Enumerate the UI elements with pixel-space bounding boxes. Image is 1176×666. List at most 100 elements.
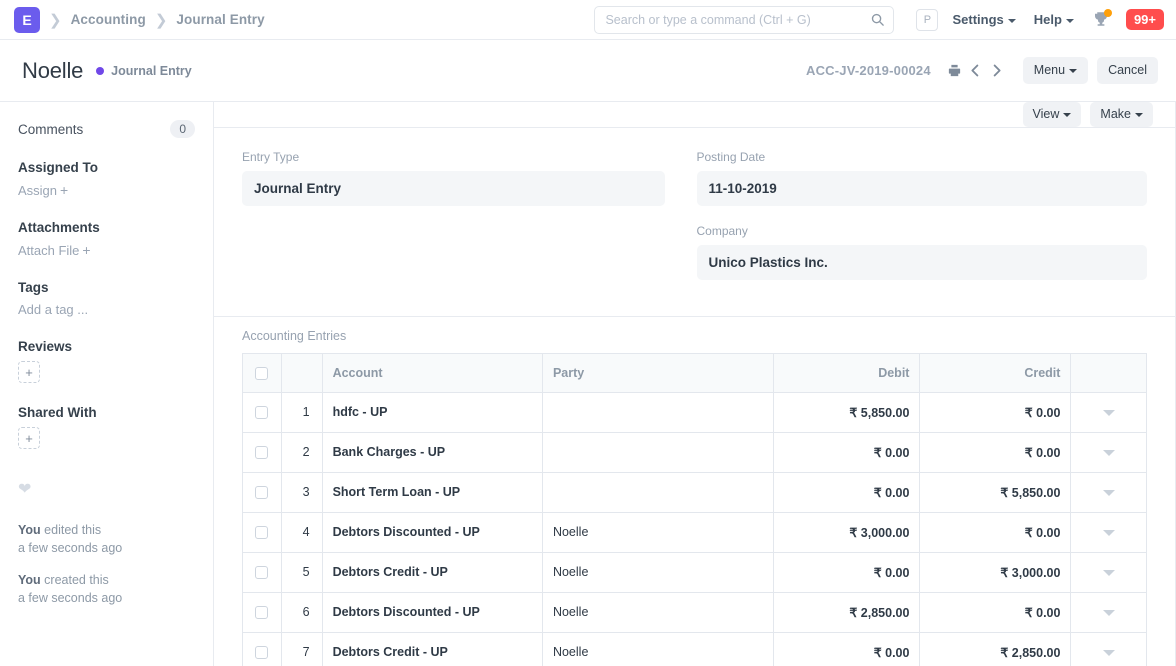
chevron-left-icon[interactable]: [966, 61, 985, 80]
cell-credit[interactable]: ₹ 3,000.00: [919, 552, 1072, 593]
cell-account[interactable]: Debtors Credit - UP: [322, 632, 543, 666]
cell-account[interactable]: Debtors Discounted - UP: [322, 512, 543, 553]
cell-account[interactable]: Bank Charges - UP: [322, 432, 543, 473]
search-box[interactable]: [594, 5, 895, 34]
table-row[interactable]: 2 Bank Charges - UP ₹ 0.00 ₹ 0.00: [242, 432, 1147, 473]
row-select-cell[interactable]: [242, 432, 282, 473]
table-row[interactable]: 7 Debtors Credit - UP Noelle ₹ 0.00 ₹ 2,850.…: [242, 632, 1147, 666]
trophy-icon[interactable]: [1092, 8, 1112, 30]
breadcrumb-item-journal-entry[interactable]: Journal Entry: [176, 12, 264, 27]
cell-party[interactable]: [542, 392, 774, 433]
cell-debit[interactable]: ₹ 2,850.00: [773, 592, 921, 633]
cell-debit[interactable]: ₹ 0.00: [773, 472, 921, 513]
view-button[interactable]: View: [1022, 102, 1082, 127]
breadcrumb-item-accounting[interactable]: Accounting: [71, 12, 146, 27]
cell-party[interactable]: Noelle: [542, 512, 774, 553]
nav-help-label: Help: [1033, 12, 1062, 27]
chevron-right-icon[interactable]: [987, 61, 1006, 80]
cell-account[interactable]: Debtors Discounted - UP: [322, 592, 543, 633]
cell-credit[interactable]: ₹ 0.00: [919, 592, 1072, 633]
add-review-button[interactable]: +: [18, 361, 40, 383]
cancel-button[interactable]: Cancel: [1097, 57, 1158, 84]
cell-party[interactable]: [542, 472, 774, 513]
row-checkbox[interactable]: [255, 526, 269, 540]
table-row[interactable]: 5 Debtors Credit - UP Noelle ₹ 0.00 ₹ 3,000.…: [242, 552, 1147, 593]
row-expand-cell[interactable]: [1070, 512, 1147, 553]
cell-credit[interactable]: ₹ 2,850.00: [919, 632, 1072, 666]
menu-button[interactable]: Menu: [1022, 57, 1089, 84]
chevron-down-icon[interactable]: [1102, 650, 1115, 657]
cell-account[interactable]: Short Term Loan - UP: [322, 472, 543, 513]
row-select-cell[interactable]: [242, 392, 282, 433]
chevron-down-icon[interactable]: [1102, 610, 1115, 617]
column-header-credit[interactable]: Credit: [919, 353, 1072, 393]
print-icon[interactable]: [945, 61, 964, 80]
row-expand-cell[interactable]: [1070, 432, 1147, 473]
make-button[interactable]: Make: [1090, 102, 1153, 127]
table-row[interactable]: 6 Debtors Discounted - UP Noelle ₹ 2,850.00…: [242, 592, 1147, 633]
row-expand-cell[interactable]: [1070, 632, 1147, 666]
row-select-cell[interactable]: [242, 592, 282, 633]
row-checkbox[interactable]: [255, 406, 269, 420]
notification-badge[interactable]: 99+: [1125, 9, 1164, 30]
column-header-party[interactable]: Party: [542, 353, 774, 393]
row-expand-cell[interactable]: [1070, 472, 1147, 513]
nav-settings-menu[interactable]: Settings: [952, 12, 1016, 27]
cell-debit[interactable]: ₹ 0.00: [773, 632, 921, 666]
column-header-account[interactable]: Account: [321, 353, 543, 393]
user-avatar[interactable]: P: [916, 8, 939, 31]
sidebar-comments[interactable]: Comments 0: [18, 120, 195, 138]
posting-date-field[interactable]: 11-10-2019: [696, 170, 1147, 206]
select-all-header[interactable]: [242, 353, 282, 393]
cell-credit[interactable]: ₹ 5,850.00: [919, 472, 1072, 513]
chevron-down-icon[interactable]: [1102, 410, 1115, 417]
cell-credit[interactable]: ₹ 0.00: [919, 512, 1072, 553]
cell-debit[interactable]: ₹ 3,000.00: [773, 512, 921, 553]
cell-credit[interactable]: ₹ 0.00: [919, 432, 1072, 473]
row-select-cell[interactable]: [242, 512, 282, 553]
row-select-cell[interactable]: [242, 472, 282, 513]
column-header-debit[interactable]: Debit: [773, 353, 921, 393]
nav-help-menu[interactable]: Help: [1034, 12, 1074, 27]
attach-file-button[interactable]: Attach File +: [18, 242, 195, 258]
row-checkbox[interactable]: [255, 566, 269, 580]
add-shared-with-button[interactable]: +: [18, 427, 40, 449]
app-logo[interactable]: E: [14, 6, 40, 33]
chevron-down-icon[interactable]: [1102, 570, 1115, 577]
cell-account[interactable]: Debtors Credit - UP: [322, 552, 543, 593]
cell-party[interactable]: Noelle: [542, 632, 774, 666]
heart-icon[interactable]: ❤: [18, 479, 195, 499]
table-row[interactable]: 3 Short Term Loan - UP ₹ 0.00 ₹ 5,850.00: [242, 472, 1147, 513]
assign-button[interactable]: Assign +: [18, 182, 195, 198]
row-expand-cell[interactable]: [1070, 592, 1147, 633]
cell-credit[interactable]: ₹ 0.00: [919, 392, 1072, 433]
cell-party[interactable]: Noelle: [542, 592, 774, 633]
company-field[interactable]: Unico Plastics Inc.: [696, 244, 1147, 280]
chevron-down-icon[interactable]: [1102, 530, 1115, 537]
cell-account[interactable]: hdfc - UP: [322, 392, 543, 433]
row-checkbox[interactable]: [255, 486, 269, 500]
row-select-cell[interactable]: [242, 632, 282, 666]
row-expand-cell[interactable]: [1070, 552, 1147, 593]
cell-debit[interactable]: ₹ 0.00: [773, 552, 921, 593]
cell-party[interactable]: Noelle: [542, 552, 774, 593]
entry-type-label: Entry Type: [242, 149, 300, 164]
entry-type-field[interactable]: Journal Entry: [242, 170, 665, 206]
search-input[interactable]: [594, 5, 895, 34]
row-select-cell[interactable]: [242, 552, 282, 593]
row-checkbox[interactable]: [255, 446, 269, 460]
add-tag-input[interactable]: Add a tag ...: [18, 302, 195, 317]
cell-debit[interactable]: ₹ 0.00: [773, 432, 921, 473]
cell-debit[interactable]: ₹ 5,850.00: [773, 392, 921, 433]
search-icon[interactable]: [870, 12, 885, 27]
table-row[interactable]: 1 hdfc - UP ₹ 5,850.00 ₹ 0.00: [242, 392, 1147, 433]
row-expand-cell[interactable]: [1070, 392, 1147, 433]
chevron-down-icon[interactable]: [1102, 490, 1115, 497]
select-all-checkbox[interactable]: [255, 366, 269, 380]
row-checkbox[interactable]: [255, 646, 269, 660]
comments-label: Comments: [18, 121, 84, 137]
row-checkbox[interactable]: [255, 606, 269, 620]
cell-party[interactable]: [542, 432, 774, 473]
chevron-down-icon[interactable]: [1102, 450, 1115, 457]
table-row[interactable]: 4 Debtors Discounted - UP Noelle ₹ 3,000.00…: [242, 512, 1147, 553]
